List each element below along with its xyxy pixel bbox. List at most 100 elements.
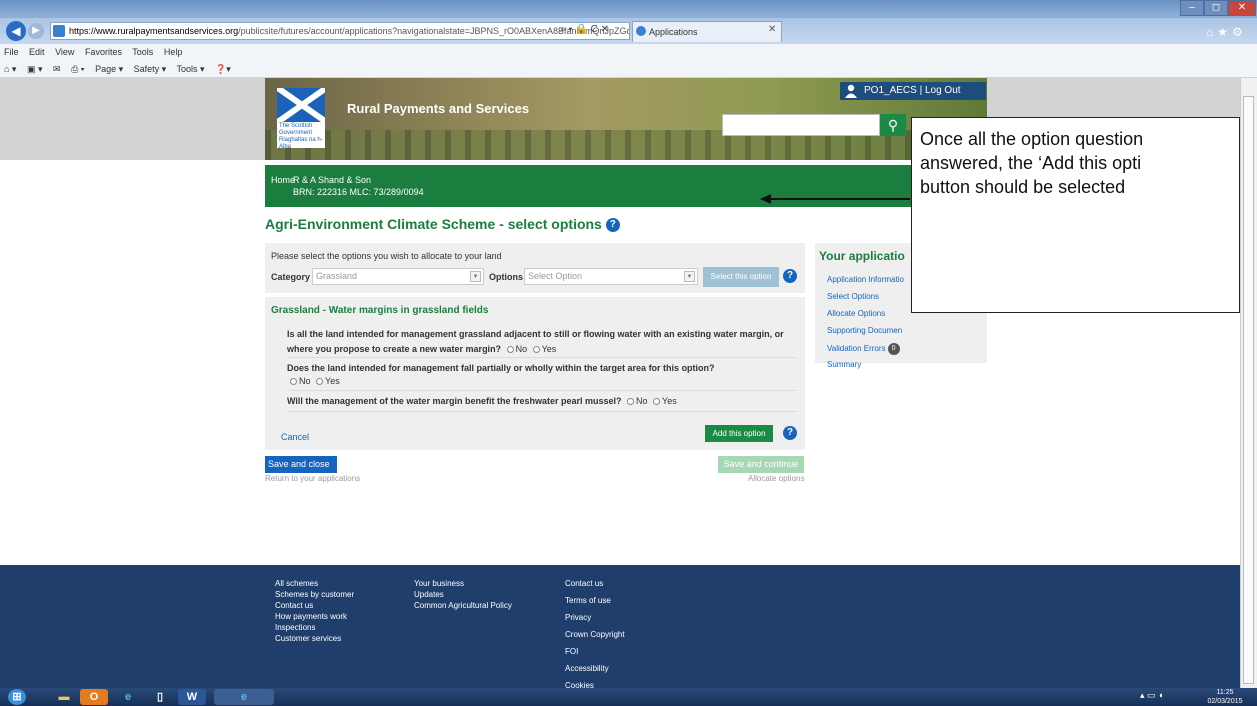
- menu-tools[interactable]: Tools: [132, 47, 153, 57]
- q1-no-radio[interactable]: [506, 346, 514, 354]
- add-option-button[interactable]: Add this option: [705, 425, 773, 442]
- select-options-panel: Please select the options you wish to al…: [265, 243, 805, 293]
- outlook-icon[interactable]: O: [80, 689, 108, 705]
- home-icon[interactable]: ⌂ ▾: [4, 64, 16, 74]
- system-tray-icons[interactable]: ▴ ▭ ◖: [1140, 690, 1163, 701]
- business-name: R & A Shand & Son: [293, 175, 372, 185]
- menu-file[interactable]: File: [4, 47, 19, 57]
- cmd-tools[interactable]: Tools ▾: [177, 64, 205, 74]
- forward-arrow-icon[interactable]: ▶: [28, 23, 44, 39]
- chevron-down-icon[interactable]: ▼: [684, 271, 695, 282]
- options-select[interactable]: Select Option ▼: [524, 268, 698, 285]
- cancel-link[interactable]: Cancel: [281, 432, 309, 442]
- browser-tab[interactable]: Applications: [632, 21, 782, 42]
- footer-link[interactable]: Accessibility: [565, 663, 625, 674]
- menu-favorites[interactable]: Favorites: [85, 47, 122, 57]
- word-icon[interactable]: W: [178, 689, 206, 705]
- save-and-continue-button[interactable]: Save and continue: [718, 456, 804, 473]
- help-icon[interactable]: ?: [605, 218, 620, 233]
- search-icon[interactable]: ⚲: [880, 114, 906, 136]
- footer: All schemes Schemes by customer Contact …: [0, 565, 1240, 690]
- window-controls: – ◻ ✕: [1180, 0, 1257, 16]
- category-select[interactable]: Grassland ▼: [312, 268, 484, 285]
- footer-link[interactable]: Customer services: [275, 633, 354, 644]
- folder-icon[interactable]: ▬: [50, 689, 78, 705]
- q3-no-radio[interactable]: [627, 398, 635, 406]
- start-button-icon[interactable]: ⊞: [8, 689, 26, 705]
- sidebar-item-select-options[interactable]: Select Options: [827, 292, 879, 301]
- breadcrumb-bar: Home R & A Shand & Son BRN: 222316 MLC: …: [265, 165, 987, 207]
- footer-link[interactable]: Contact us: [565, 578, 625, 589]
- sidebar-item-validation-errors[interactable]: Validation Errors 0: [827, 343, 900, 355]
- menu-help[interactable]: Help: [164, 47, 183, 57]
- callout-arrow: [770, 198, 910, 200]
- question-2-answers: No Yes: [287, 376, 340, 386]
- arrow-head-icon: [760, 194, 771, 204]
- sidebar-item-application-information[interactable]: Application Informatio: [827, 275, 904, 284]
- footer-link[interactable]: Terms of use: [565, 595, 625, 606]
- mail-icon[interactable]: ✉: [53, 64, 61, 74]
- select-option-button[interactable]: Select this option: [703, 267, 779, 287]
- logout-link[interactable]: | Log Out: [920, 85, 961, 96]
- ie-icon[interactable]: e: [114, 689, 142, 705]
- close-window-button[interactable]: ✕: [1228, 0, 1256, 16]
- help-icon[interactable]: ?: [783, 426, 797, 440]
- help-icon[interactable]: ?: [783, 269, 797, 283]
- q2-no-radio[interactable]: [290, 378, 297, 386]
- onenote-icon[interactable]: ▯: [146, 689, 174, 705]
- user-icon: [845, 84, 857, 98]
- back-arrow-icon[interactable]: ◀: [6, 21, 26, 41]
- footer-link[interactable]: Crown Copyright: [565, 629, 625, 640]
- q1-yes-radio[interactable]: [532, 346, 540, 354]
- help-menu-icon[interactable]: ❓▾: [215, 64, 231, 74]
- q2-yes-label: Yes: [325, 376, 340, 386]
- validation-count-badge: 0: [887, 343, 900, 355]
- home-link[interactable]: Home: [271, 175, 295, 185]
- restore-button[interactable]: ◻: [1204, 0, 1228, 16]
- footer-link[interactable]: Privacy: [565, 612, 625, 623]
- cmd-safety[interactable]: Safety ▾: [134, 64, 167, 74]
- site-title: Rural Payments and Services: [347, 101, 530, 116]
- scrollbar-thumb[interactable]: [1243, 96, 1254, 684]
- footer-link[interactable]: Your business: [414, 578, 512, 589]
- minimize-button[interactable]: –: [1180, 0, 1204, 16]
- footer-link[interactable]: FOI: [565, 646, 625, 657]
- footer-link[interactable]: How payments work: [275, 611, 354, 622]
- category-label: Category: [271, 272, 311, 282]
- cmd-page[interactable]: Page ▾: [95, 64, 123, 74]
- q1-no-label: No: [515, 344, 528, 354]
- q2-yes-radio[interactable]: [316, 378, 324, 386]
- menu-view[interactable]: View: [55, 47, 74, 57]
- footer-link[interactable]: Updates: [414, 589, 512, 600]
- footer-link[interactable]: Common Agricultural Policy: [414, 600, 512, 611]
- username[interactable]: PO1_AECS: [864, 85, 917, 96]
- sidebar-item-supporting-documents[interactable]: Supporting Documen: [827, 326, 902, 335]
- left-gutter: [0, 78, 265, 160]
- option-questions-panel: Grassland - Water margins in grassland f…: [265, 297, 805, 450]
- q2-no-label: No: [299, 376, 311, 386]
- tab-close-icon[interactable]: ✕: [768, 24, 776, 35]
- menu-edit[interactable]: Edit: [29, 47, 45, 57]
- address-bar[interactable]: https://www.ruralpaymentsandservices.org…: [50, 22, 630, 40]
- clock[interactable]: 11:25 02/03/2015: [1205, 688, 1245, 706]
- save-continue-hint: Allocate options: [748, 474, 805, 483]
- feeds-icon[interactable]: ▣ ▾: [27, 64, 43, 74]
- footer-link[interactable]: Inspections: [275, 622, 354, 633]
- home-star-gear-icons[interactable]: ⌂★⚙: [1206, 25, 1247, 39]
- footer-col-1: All schemes Schemes by customer Contact …: [275, 578, 354, 644]
- q3-yes-radio[interactable]: [653, 398, 661, 406]
- footer-link[interactable]: Contact us: [275, 600, 354, 611]
- chevron-down-icon[interactable]: ▼: [470, 271, 481, 282]
- save-and-close-button[interactable]: Save and close: [265, 456, 337, 473]
- callout-line-1: Once all the option question: [920, 129, 1144, 149]
- site-favicon-icon: [53, 25, 65, 37]
- question-2-text: Does the land intended for management fa…: [287, 363, 715, 373]
- sidebar-item-summary[interactable]: Summary: [827, 360, 861, 369]
- address-tools[interactable]: ⌕ ▾ 🔒 C ✕: [560, 24, 609, 35]
- sidebar-item-allocate-options[interactable]: Allocate Options: [827, 309, 885, 318]
- search-input[interactable]: [722, 114, 880, 136]
- ie-active-icon[interactable]: e: [214, 689, 274, 705]
- footer-link[interactable]: All schemes: [275, 578, 354, 589]
- print-icon[interactable]: ⎙ ▾: [71, 64, 84, 74]
- footer-link[interactable]: Schemes by customer: [275, 589, 354, 600]
